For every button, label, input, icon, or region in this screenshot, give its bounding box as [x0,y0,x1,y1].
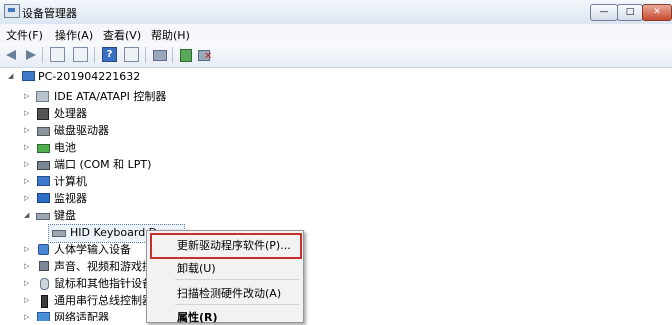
collapsed-arrow-icon[interactable]: ▷ [24,275,29,292]
collapsed-arrow-icon[interactable]: ▷ [24,292,29,309]
collapsed-arrow-icon[interactable]: ▷ [24,88,29,105]
tree-item-processor[interactable]: ▷ 处理器 [0,105,200,122]
tree-item-sound[interactable]: ▷ 声音、视频和游戏控 [0,258,150,275]
menu-file[interactable]: 文件(F) [6,27,43,43]
port-icon [37,161,50,170]
show-hide-console-tree-icon[interactable] [50,47,65,62]
context-properties[interactable]: 属性(R) [177,309,218,325]
menu-help[interactable]: 帮助(H) [151,27,190,43]
mouse-icon [40,278,49,290]
collapsed-arrow-icon[interactable]: ▷ [24,241,29,258]
scan-hardware-icon[interactable] [152,47,168,63]
menu-view[interactable]: 查看(V) [103,27,141,43]
window-title: 设备管理器 [22,7,77,20]
toolbar: ? [0,43,672,68]
tree-item-mouse[interactable]: ▷ 鼠标和其他指针设备 [0,275,150,292]
ide-controller-icon [36,91,49,102]
usb-icon [41,295,48,308]
tree-item-label: 鼠标和其他指针设备 [54,277,150,290]
context-separator [175,304,299,305]
maximize-button[interactable]: □ [617,4,643,21]
collapsed-arrow-icon[interactable]: ▷ [24,122,29,139]
processor-icon [37,108,49,120]
tree-item-computer[interactable]: ▷ 计算机 [0,173,200,190]
collapsed-arrow-icon[interactable]: ▷ [24,258,29,275]
back-arrow-icon[interactable] [4,47,20,63]
context-scan-hardware[interactable]: 扫描检测硬件改动(A) [177,285,281,301]
tree-item-label: 监视器 [54,192,87,205]
tree-item-keyboard[interactable]: ◢ 键盘 [0,207,200,224]
tree-item-label: 电池 [54,141,76,154]
collapsed-arrow-icon[interactable]: ▷ [24,190,29,207]
title-bar: 设备管理器 — □ ✕ [0,0,672,25]
tree-item-label: 磁盘驱动器 [54,124,109,137]
tree-item-network[interactable]: ▷ 网络适配器 [0,309,150,321]
keyboard-icon [36,213,50,220]
uninstall-device-icon[interactable] [197,47,213,63]
battery-icon [37,144,50,153]
collapsed-arrow-icon[interactable]: ▷ [24,105,29,122]
properties-icon[interactable] [73,47,88,62]
context-uninstall[interactable]: 卸载(U) [177,260,216,276]
network-adapter-icon [37,312,50,321]
tree-item-label: 端口 (COM 和 LPT) [54,158,152,171]
tree-root-label: PC-201904221632 [38,70,141,83]
tree-item-label: 通用串行总线控制器 [54,294,150,307]
collapsed-arrow-icon[interactable]: ▷ [24,139,29,156]
context-menu: 更新驱动程序软件(P)... 卸载(U) 扫描检测硬件改动(A) 属性(R) [146,230,304,325]
minimize-button[interactable]: — [590,4,618,21]
tree-item-disk[interactable]: ▷ 磁盘驱动器 [0,122,200,139]
tree-item-battery[interactable]: ▷ 电池 [0,139,200,156]
expanded-arrow-icon[interactable]: ◢ [24,207,29,224]
collapsed-arrow-icon[interactable]: ▷ [24,173,29,190]
computer-icon [22,71,35,81]
expanded-arrow-icon[interactable]: ◢ [8,68,13,85]
toolbar-separator [42,47,43,63]
keyboard-icon [52,230,66,237]
toolbar-separator [94,47,95,63]
menu-bar: 文件(F) 操作(A) 查看(V) 帮助(H) [0,24,672,44]
tree-item-label: 计算机 [54,175,87,188]
tree-item-label: 网络适配器 [54,311,109,321]
speaker-icon [39,261,49,271]
tree-item-monitor[interactable]: ▷ 监视器 [0,190,200,207]
context-separator [175,279,299,280]
collapsed-arrow-icon[interactable]: ▷ [24,309,29,321]
view-icon[interactable] [124,47,139,62]
forward-arrow-icon[interactable] [22,47,38,63]
collapsed-arrow-icon[interactable]: ▷ [24,156,29,173]
tree-root[interactable]: ◢ PC-201904221632 [0,68,200,85]
toolbar-separator [172,47,173,63]
close-button[interactable]: ✕ [642,4,672,21]
menu-action[interactable]: 操作(A) [55,27,93,43]
help-icon[interactable]: ? [102,47,117,62]
context-update-driver[interactable]: 更新驱动程序软件(P)... [177,237,291,253]
tree-item-label: 键盘 [54,209,76,222]
update-driver-icon[interactable] [178,47,194,63]
toolbar-separator [145,47,146,63]
tree-item-hid[interactable]: ▷ 人体学输入设备 [0,241,150,258]
human-interface-icon [38,244,49,255]
tree-item-label: 声音、视频和游戏控 [54,260,150,273]
tree-item-usb[interactable]: ▷ 通用串行总线控制器 [0,292,150,309]
device-tree: ◢ PC-201904221632 ▷ IDE ATA/ATAPI 控制器 ▷ … [0,68,672,321]
tree-item-ports[interactable]: ▷ 端口 (COM 和 LPT) [0,156,200,173]
disk-drive-icon [37,127,50,136]
tree-item-label: 处理器 [54,107,87,120]
monitor-icon [37,193,50,203]
computer-icon [37,176,50,186]
tree-item-label: 人体学输入设备 [54,243,131,256]
tree-item-label: IDE ATA/ATAPI 控制器 [54,90,167,103]
device-manager-icon [4,4,20,18]
tree-item-ide[interactable]: ▷ IDE ATA/ATAPI 控制器 [0,88,200,105]
